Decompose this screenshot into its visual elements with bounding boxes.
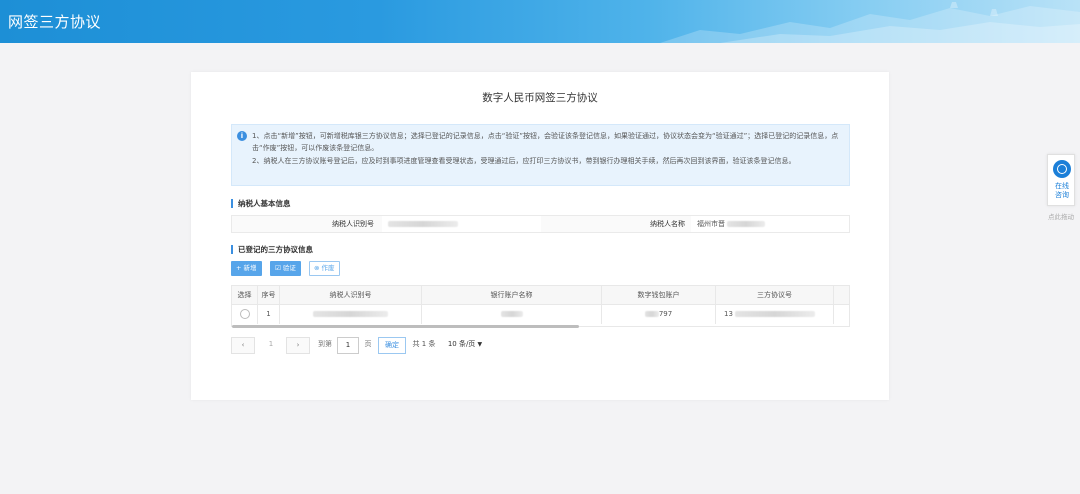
row-protocol-no: 13 bbox=[716, 305, 834, 324]
row-bank-account-name-redacted bbox=[422, 305, 602, 324]
add-button[interactable]: + 新增 bbox=[231, 261, 262, 276]
taxpayer-id-value-redacted bbox=[388, 216, 458, 232]
wallet-suffix-text: 797 bbox=[658, 310, 673, 318]
current-page-number[interactable]: 1 bbox=[261, 337, 281, 354]
table-row[interactable]: 1 797 13 bbox=[232, 305, 849, 324]
taxpayer-name-text: 福州市晋 bbox=[697, 220, 725, 228]
notice-line-1: 1、点击“新增”按钮，可新增税库银三方协议信息；选择已登记的记录信息，点击“验证… bbox=[252, 132, 839, 152]
page-size-select[interactable]: 10 条/页 ▼ bbox=[441, 337, 489, 354]
notice-line-2: 2、纳税人在三方协议账号登记后，应及时到事项进度管理查看受理状态，受理通过后，应… bbox=[252, 157, 796, 165]
consult-label-line2: 咨询 bbox=[1055, 191, 1069, 199]
row-radio-button[interactable] bbox=[239, 309, 250, 319]
goto-label: 到第 bbox=[318, 340, 332, 348]
taxpayer-id-label: 纳税人识别号 bbox=[332, 220, 374, 228]
verify-button[interactable]: ☑ 验证 bbox=[270, 261, 301, 276]
column-header-protocol-no: 三方协议号 bbox=[716, 286, 834, 305]
main-card: 数字人民币网签三方协议 i 1、点击“新增”按钮，可新增税库银三方协议信息；选择… bbox=[191, 72, 889, 400]
redacted-text bbox=[644, 311, 659, 317]
table-header: 选择 序号 纳税人识别号 银行账户名称 数字钱包账户 三方协议号 bbox=[232, 286, 849, 305]
goto-page-input[interactable]: 1 bbox=[337, 337, 359, 354]
next-page-button[interactable]: › bbox=[286, 337, 310, 354]
consult-label-line1: 在线 bbox=[1055, 182, 1069, 190]
app-title: 网签三方协议 bbox=[8, 13, 102, 31]
drag-hint[interactable]: 点此拖动 bbox=[1044, 211, 1078, 221]
column-header-select: 选择 bbox=[232, 286, 258, 305]
void-button[interactable]: ⊗ 作废 bbox=[309, 261, 340, 276]
instructions-notice: i 1、点击“新增”按钮，可新增税库银三方协议信息；选择已登记的记录信息，点击“… bbox=[231, 124, 850, 186]
page-title: 数字人民币网签三方协议 bbox=[482, 92, 598, 104]
top-header-bar: 网签三方协议 bbox=[0, 0, 1080, 43]
page-size-value: 10 条/页 bbox=[447, 340, 476, 348]
chat-bubble-icon bbox=[1053, 160, 1071, 178]
info-icon: i bbox=[237, 131, 247, 141]
online-consult-widget[interactable]: 在线 咨询 bbox=[1047, 154, 1075, 206]
row-taxpayer-id-redacted bbox=[280, 305, 422, 324]
redacted-text bbox=[735, 311, 816, 317]
caret-down-icon: ▼ bbox=[477, 341, 483, 348]
column-header-index: 序号 bbox=[258, 286, 280, 305]
page-unit-label: 页 bbox=[364, 340, 372, 348]
section-title-basic-info: 纳税人基本信息 bbox=[231, 199, 291, 208]
header-landscape-decoration bbox=[660, 2, 1080, 43]
column-header-wallet-account: 数字钱包账户 bbox=[602, 286, 716, 305]
taxpayer-name-value: 福州市晋 bbox=[697, 216, 766, 232]
row-index: 1 bbox=[258, 305, 280, 324]
section-title-protocols: 已登记的三方协议信息 bbox=[231, 245, 313, 254]
column-header-overflow bbox=[834, 286, 849, 305]
protocol-table: 选择 序号 纳税人识别号 银行账户名称 数字钱包账户 三方协议号 1 797 1… bbox=[231, 285, 850, 328]
protocol-prefix-text: 13 bbox=[724, 310, 733, 318]
horizontal-scrollbar[interactable] bbox=[232, 325, 579, 328]
taxpayer-name-label: 纳税人名称 bbox=[650, 220, 685, 228]
row-wallet-account: 797 bbox=[602, 305, 716, 324]
redacted-text bbox=[727, 221, 766, 227]
goto-confirm-button[interactable]: 确定 bbox=[378, 337, 406, 354]
column-header-bank-account-name: 银行账户名称 bbox=[422, 286, 602, 305]
total-count: 共 1 条 bbox=[412, 340, 436, 348]
row-select-cell bbox=[232, 305, 258, 324]
prev-page-button[interactable]: ‹ bbox=[231, 337, 255, 354]
taxpayer-info-row: 纳税人识别号 纳税人名称 福州市晋 bbox=[231, 215, 850, 233]
column-header-taxpayer-id: 纳税人识别号 bbox=[280, 286, 422, 305]
